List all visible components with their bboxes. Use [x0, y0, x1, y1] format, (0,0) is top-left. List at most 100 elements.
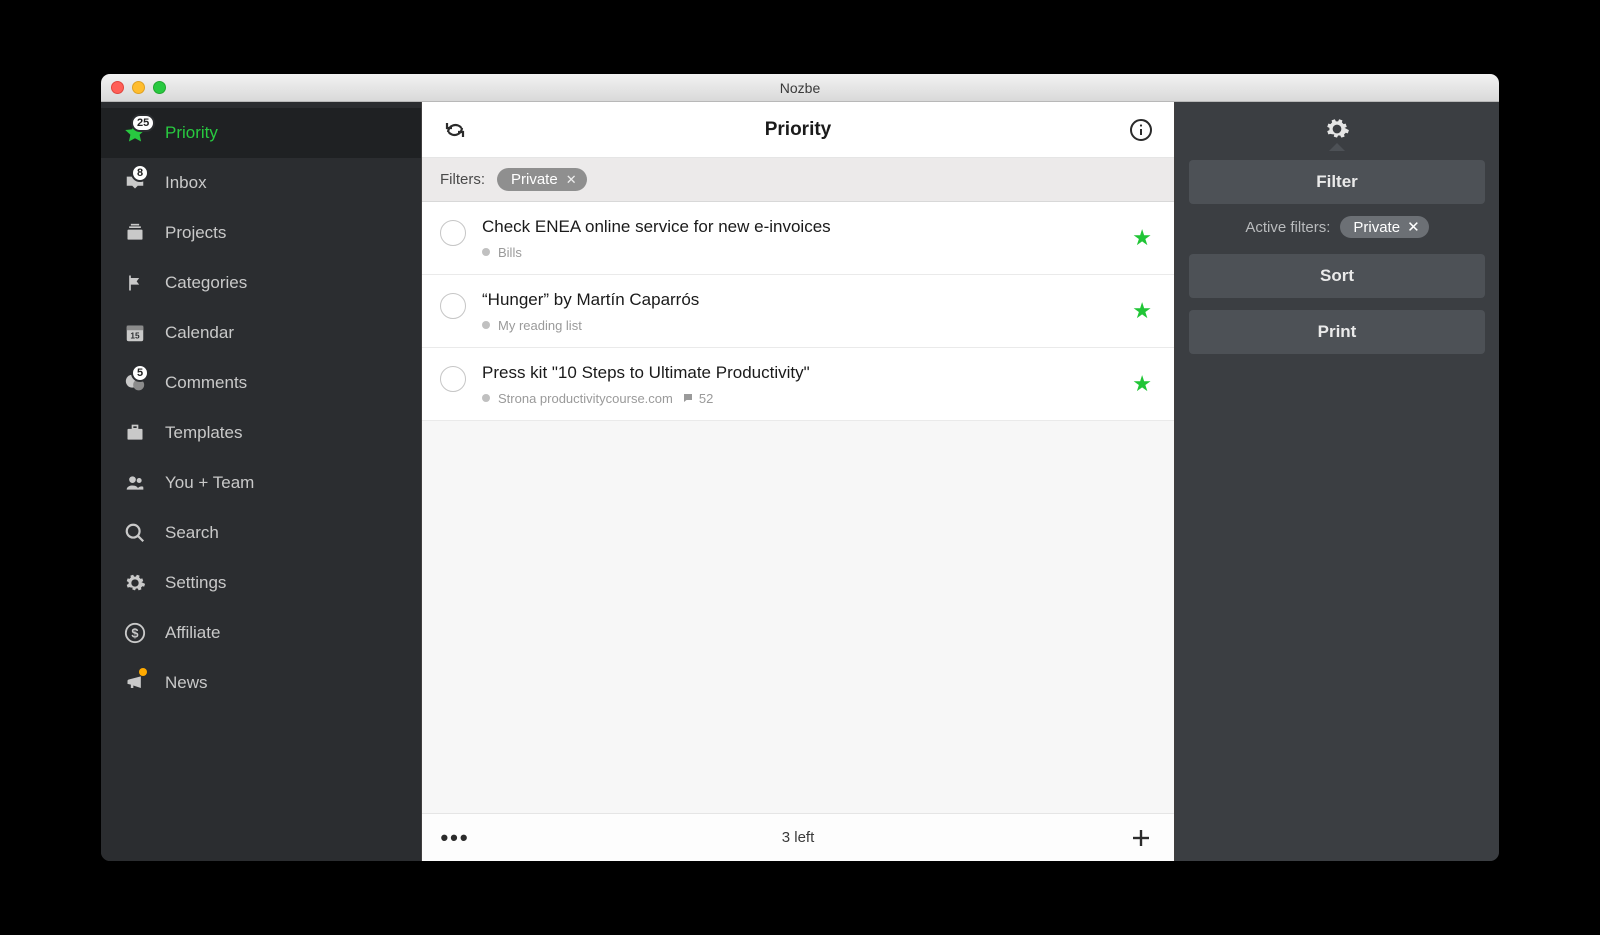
priority-count-badge: 25: [131, 114, 155, 132]
inbox-icon: 8: [121, 172, 149, 194]
task-title: Press kit "10 Steps to Ultimate Producti…: [482, 362, 1116, 385]
megaphone-icon: [121, 672, 149, 694]
task-meta: Bills: [482, 245, 1116, 260]
window-title: Nozbe: [101, 80, 1499, 96]
sidebar-item-label: Calendar: [165, 323, 401, 343]
sidebar-item-categories[interactable]: Categories: [101, 258, 421, 308]
sidebar-item-news[interactable]: News: [101, 658, 421, 708]
main-panel: Priority Filters: Private ✕ Check ENEA o…: [421, 102, 1175, 861]
task-title: Check ENEA online service for new e-invo…: [482, 216, 1116, 239]
sidebar-item-inbox[interactable]: 8 Inbox: [101, 158, 421, 208]
task-meta: Strona productivitycourse.com 52: [482, 391, 1116, 406]
gear-icon[interactable]: [1324, 116, 1350, 142]
more-button[interactable]: •••: [440, 823, 470, 853]
sidebar-item-comments[interactable]: 5 Comments: [101, 358, 421, 408]
star-icon: 25: [121, 122, 149, 144]
options-panel: Filter Active filters: Private ✕ Sort Pr…: [1175, 102, 1499, 861]
task-list: Check ENEA online service for new e-invo…: [422, 202, 1174, 813]
page-title: Priority: [422, 119, 1174, 141]
sidebar-item-templates[interactable]: Templates: [101, 408, 421, 458]
sidebar-item-label: Projects: [165, 223, 401, 243]
complete-checkbox[interactable]: [440, 293, 466, 319]
footer-bar: ••• 3 left: [422, 813, 1174, 861]
task-title: “Hunger” by Martín Caparrós: [482, 289, 1116, 312]
sidebar-item-label: Priority: [165, 123, 401, 143]
task-row[interactable]: Check ENEA online service for new e-invo…: [422, 202, 1174, 275]
print-button-label: Print: [1318, 322, 1357, 342]
filter-chip-label: Private: [511, 171, 558, 188]
complete-checkbox[interactable]: [440, 366, 466, 392]
priority-star-icon[interactable]: ★: [1132, 225, 1152, 251]
news-dot-indicator: [139, 668, 147, 676]
dollar-icon: $: [121, 622, 149, 644]
task-project: Strona productivitycourse.com: [498, 391, 673, 406]
complete-checkbox[interactable]: [440, 220, 466, 246]
sort-button[interactable]: Sort: [1189, 254, 1485, 298]
tasks-left-label: 3 left: [422, 829, 1174, 846]
filters-label: Filters:: [440, 171, 485, 188]
task-body: Check ENEA online service for new e-invo…: [482, 216, 1116, 260]
comment-count-value: 52: [699, 391, 713, 406]
task-project: Bills: [498, 245, 522, 260]
task-body: Press kit "10 Steps to Ultimate Producti…: [482, 362, 1116, 406]
titlebar: Nozbe: [101, 74, 1499, 102]
sidebar-item-calendar[interactable]: 15 Calendar: [101, 308, 421, 358]
sidebar-item-label: Templates: [165, 423, 401, 443]
remove-filter-icon[interactable]: ✕: [566, 172, 577, 188]
svg-text:15: 15: [130, 332, 140, 341]
active-filters-row: Active filters: Private ✕: [1189, 216, 1485, 238]
priority-star-icon[interactable]: ★: [1132, 371, 1152, 397]
filter-chip-private[interactable]: Private ✕: [497, 168, 587, 191]
app-window: Nozbe 25 Priority 8 Inbox: [101, 74, 1499, 861]
comment-count: 52: [681, 391, 713, 406]
task-project: My reading list: [498, 318, 582, 333]
sidebar-item-label: Inbox: [165, 173, 401, 193]
priority-star-icon[interactable]: ★: [1132, 298, 1152, 324]
sidebar-item-affiliate[interactable]: $ Affiliate: [101, 608, 421, 658]
sidebar-item-team[interactable]: You + Team: [101, 458, 421, 508]
gear-icon: [121, 572, 149, 594]
sidebar-item-search[interactable]: Search: [101, 508, 421, 558]
sidebar-item-label: Affiliate: [165, 623, 401, 643]
print-button[interactable]: Print: [1189, 310, 1485, 354]
calendar-icon: 15: [121, 322, 149, 344]
sidebar-item-settings[interactable]: Settings: [101, 558, 421, 608]
sidebar-item-priority[interactable]: 25 Priority: [101, 108, 421, 158]
sidebar: 25 Priority 8 Inbox Projects: [101, 102, 421, 861]
refresh-button[interactable]: [440, 115, 470, 145]
svg-text:$: $: [131, 626, 138, 641]
filter-button[interactable]: Filter: [1189, 160, 1485, 204]
active-filter-chip-label: Private: [1353, 219, 1400, 236]
remove-filter-icon[interactable]: ✕: [1407, 218, 1420, 236]
options-gear-row: [1189, 116, 1485, 142]
inbox-count-badge: 8: [131, 164, 149, 182]
sidebar-item-label: Search: [165, 523, 401, 543]
main-header: Priority: [422, 102, 1174, 158]
sort-button-label: Sort: [1320, 266, 1354, 286]
briefcase-icon: [121, 422, 149, 444]
sidebar-item-projects[interactable]: Projects: [101, 208, 421, 258]
filters-bar: Filters: Private ✕: [422, 158, 1174, 202]
project-dot-icon: [482, 248, 490, 256]
sidebar-item-label: Comments: [165, 373, 401, 393]
task-row[interactable]: Press kit "10 Steps to Ultimate Producti…: [422, 348, 1174, 421]
task-meta: My reading list: [482, 318, 1116, 333]
project-dot-icon: [482, 394, 490, 402]
task-row[interactable]: “Hunger” by Martín Caparrós My reading l…: [422, 275, 1174, 348]
add-task-button[interactable]: [1126, 823, 1156, 853]
flag-icon: [121, 272, 149, 294]
sidebar-item-label: News: [165, 673, 401, 693]
project-dot-icon: [482, 321, 490, 329]
filter-button-label: Filter: [1316, 172, 1358, 192]
sidebar-item-label: You + Team: [165, 473, 401, 493]
info-button[interactable]: [1126, 115, 1156, 145]
comment-icon: [681, 392, 695, 404]
active-filters-label: Active filters:: [1245, 219, 1330, 236]
search-icon: [121, 522, 149, 544]
sidebar-item-label: Categories: [165, 273, 401, 293]
active-filter-chip[interactable]: Private ✕: [1340, 216, 1428, 238]
comments-icon: 5: [121, 372, 149, 394]
sidebar-item-label: Settings: [165, 573, 401, 593]
projects-icon: [121, 222, 149, 244]
people-icon: [121, 472, 149, 494]
